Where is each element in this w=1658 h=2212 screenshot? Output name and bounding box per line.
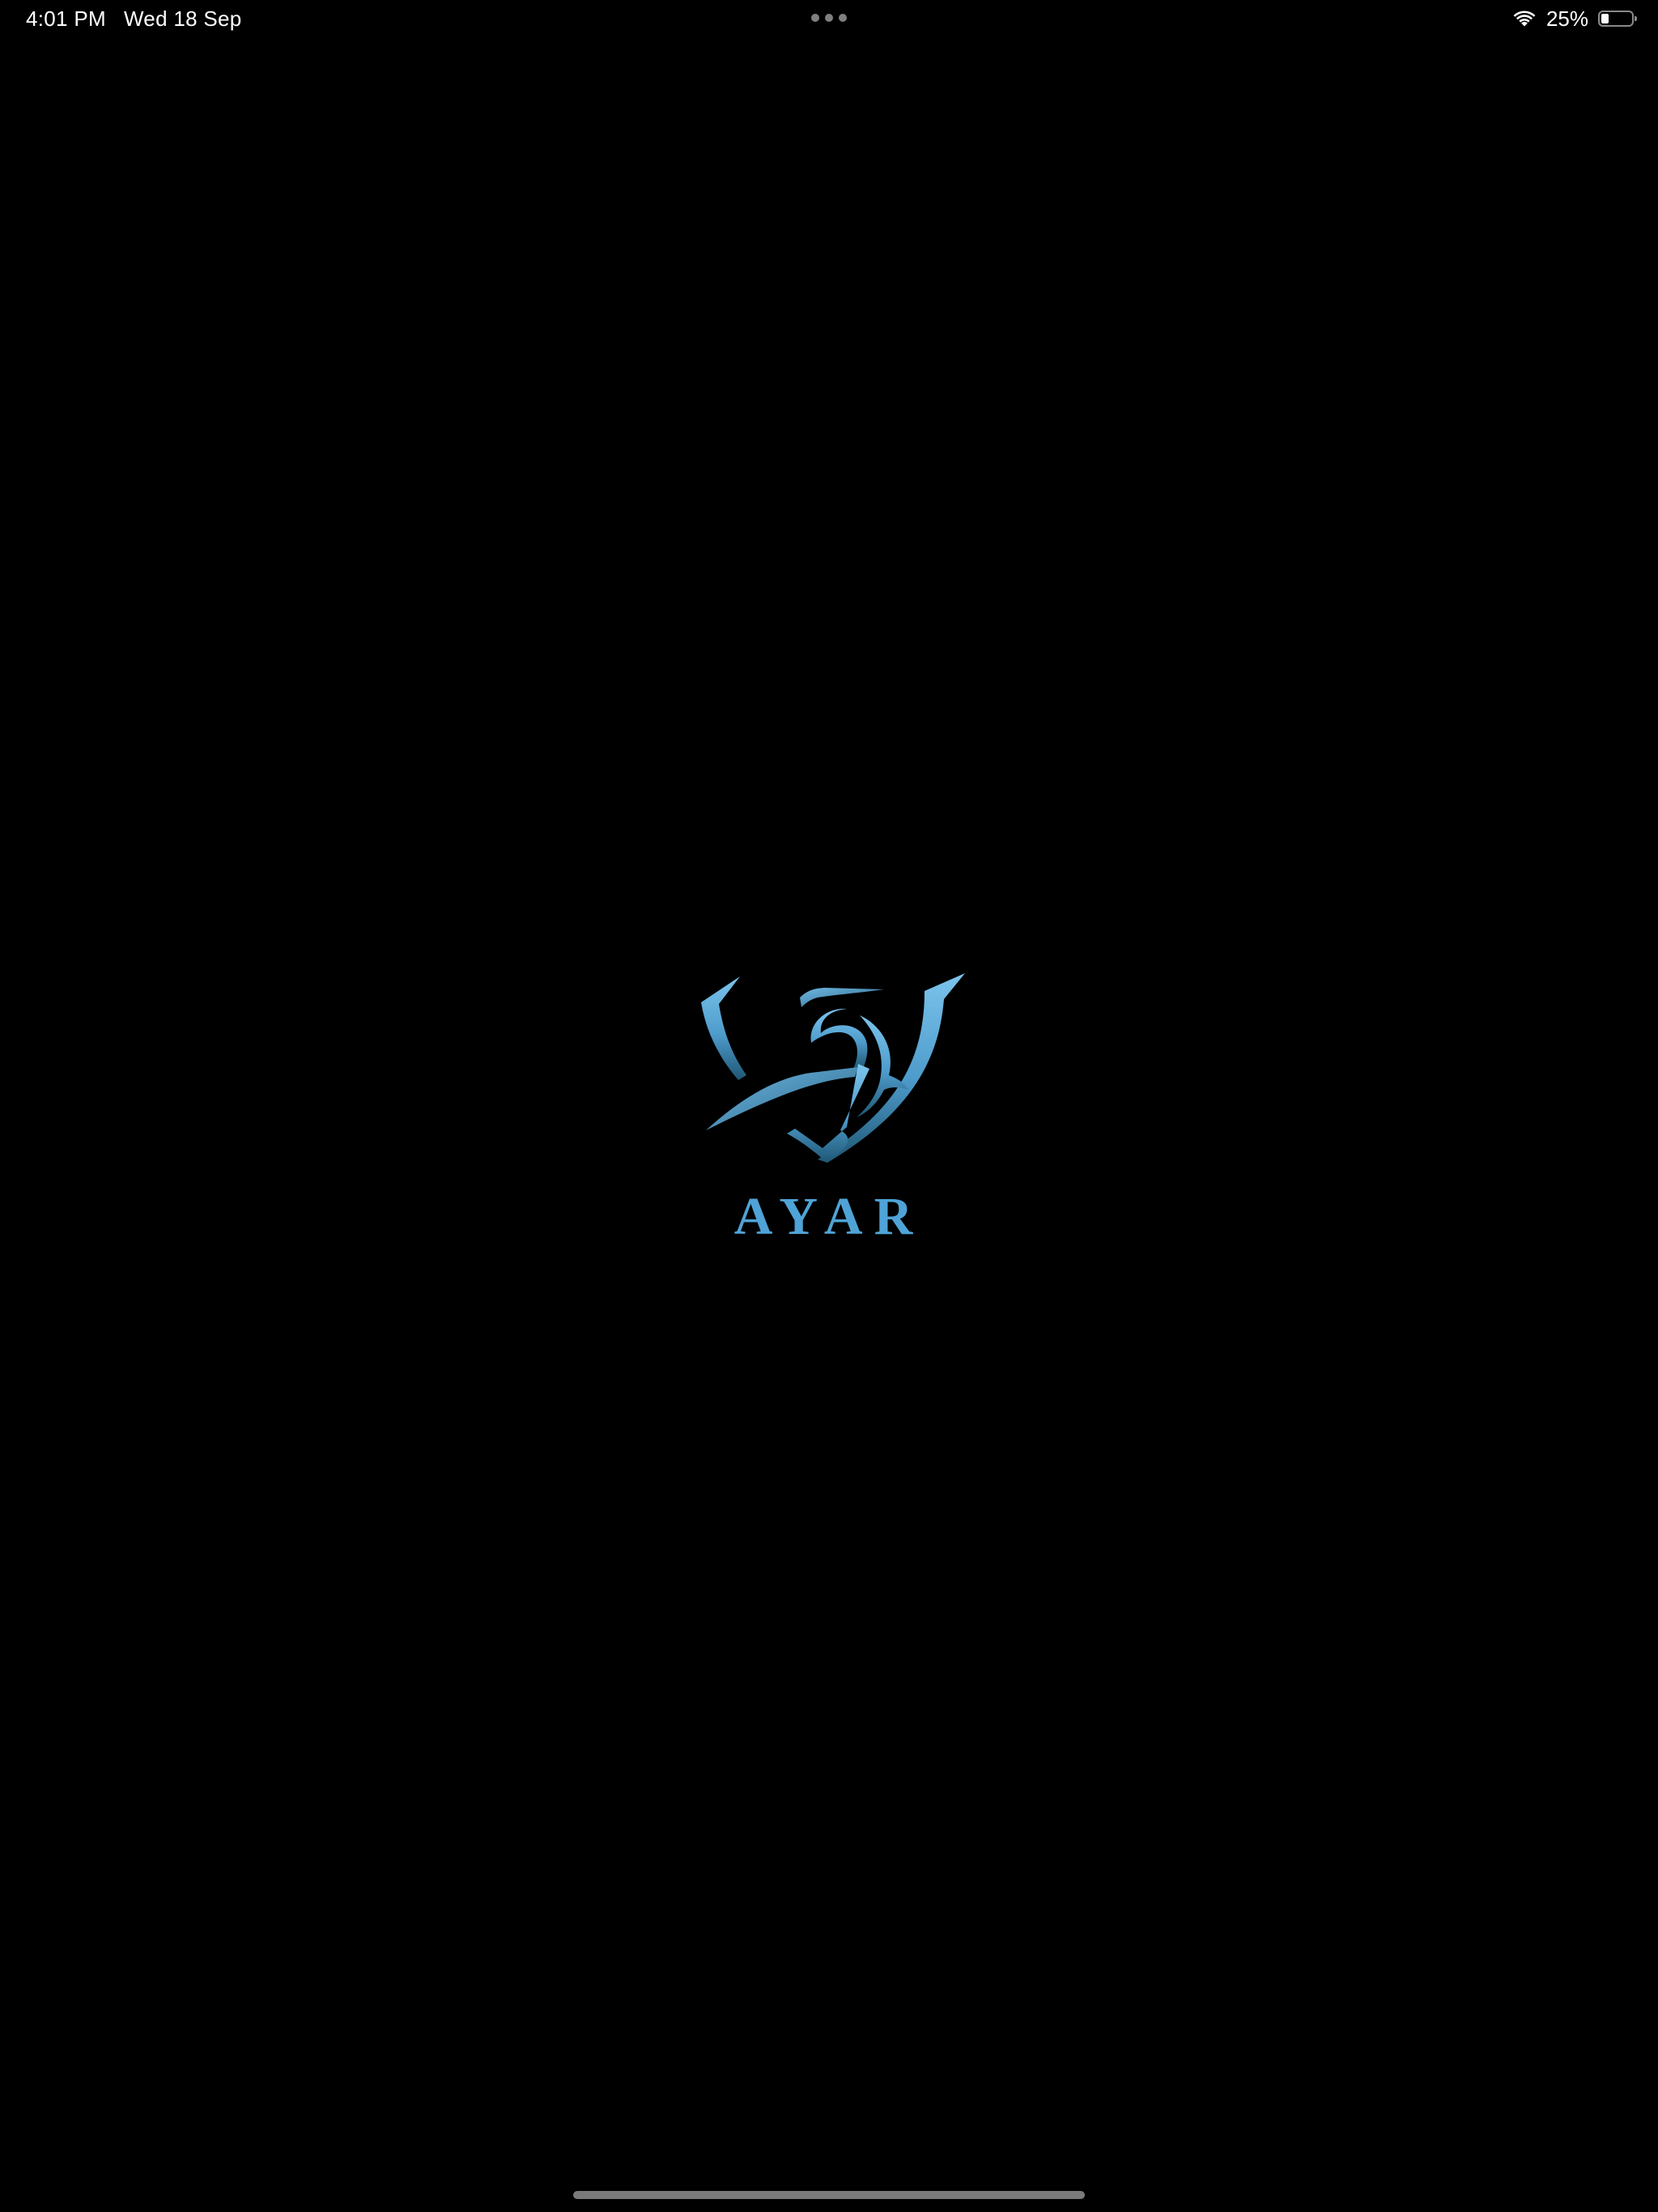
battery-percentage: 25% bbox=[1545, 6, 1588, 31]
battery-icon bbox=[1598, 11, 1637, 27]
status-bar: 4:01 PM Wed 18 Sep 25% bbox=[0, 0, 1658, 39]
battery-fill bbox=[1601, 14, 1609, 23]
brand-name: AYAR bbox=[733, 1187, 925, 1246]
multitask-dots-icon[interactable] bbox=[811, 14, 847, 23]
status-time-date: 4:01 PM Wed 18 Sep bbox=[26, 6, 242, 31]
home-indicator[interactable] bbox=[573, 2191, 1085, 2199]
ayar-shield-logo bbox=[696, 968, 968, 1171]
wifi-icon bbox=[1513, 11, 1536, 27]
status-time: 4:01 PM bbox=[26, 6, 106, 31]
status-date: Wed 18 Sep bbox=[123, 6, 242, 31]
status-indicators: 25% bbox=[1512, 6, 1637, 31]
